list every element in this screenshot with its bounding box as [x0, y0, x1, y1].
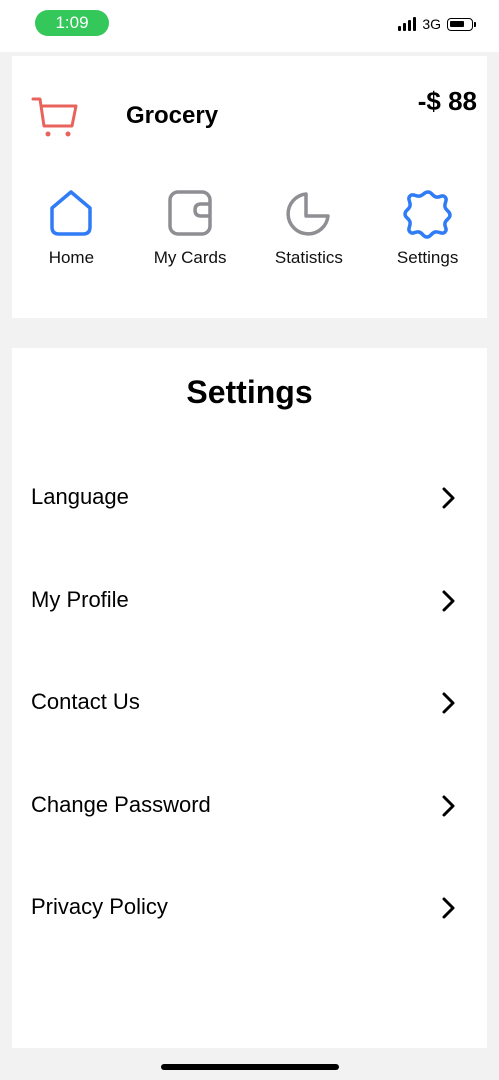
- nav-item-statistics[interactable]: Statistics: [250, 186, 369, 268]
- home-indicator[interactable]: [161, 1064, 339, 1070]
- chevron-right-icon: [442, 795, 455, 817]
- status-time: 1:09: [35, 10, 109, 36]
- settings-item-label: Privacy Policy: [31, 894, 168, 919]
- settings-item-contact-us[interactable]: Contact Us: [12, 671, 487, 731]
- status-bar: 1:09 3G: [0, 0, 499, 52]
- nav-item-settings[interactable]: Settings: [368, 186, 487, 268]
- nav-label-settings: Settings: [396, 248, 459, 267]
- chevron-right-icon: [442, 487, 455, 509]
- settings-panel: Settings Language My Profile Contact Us …: [12, 348, 487, 1048]
- settings-item-privacy-policy[interactable]: Privacy Policy: [12, 876, 487, 936]
- signal-icon: [398, 17, 417, 31]
- chevron-right-icon: [442, 692, 455, 714]
- nav-label-statistics: Statistics: [274, 248, 343, 267]
- transaction-category: Grocery: [126, 102, 219, 129]
- settings-item-label: My Profile: [31, 587, 129, 612]
- nav-item-my-cards[interactable]: My Cards: [131, 186, 250, 268]
- settings-item-label: Contact Us: [31, 689, 140, 714]
- network-label: 3G: [422, 16, 441, 32]
- chevron-right-icon: [442, 590, 455, 612]
- nav-label-my-cards: My Cards: [153, 248, 227, 267]
- page-title: Settings: [186, 374, 313, 410]
- settings-item-label: Language: [31, 484, 129, 509]
- pie-chart-icon: [286, 192, 330, 236]
- status-indicators: 3G: [398, 16, 476, 32]
- settings-item-language[interactable]: Language: [12, 466, 487, 526]
- settings-item-my-profile[interactable]: My Profile: [12, 569, 487, 629]
- home-icon: [50, 190, 93, 236]
- nav-label-home: Home: [48, 248, 95, 267]
- summary-card: Grocery -$ 88 Home My Cards Statistics S…: [12, 56, 487, 318]
- transaction-amount: -$ 88: [417, 86, 477, 116]
- battery-level: [450, 20, 464, 27]
- chevron-right-icon: [442, 897, 455, 919]
- settings-item-change-password[interactable]: Change Password: [12, 774, 487, 834]
- app-screen: 1:09 3G Grocery -$ 88 Home My Cards Stat…: [0, 0, 499, 1080]
- shopping-cart-icon: [31, 97, 78, 137]
- gear-icon: [402, 190, 452, 239]
- nav-item-home[interactable]: Home: [12, 186, 131, 268]
- battery-icon: [447, 17, 476, 31]
- settings-item-label: Change Password: [31, 792, 211, 817]
- wallet-icon: [168, 190, 212, 236]
- bottom-nav: Home My Cards Statistics Settings: [12, 186, 487, 268]
